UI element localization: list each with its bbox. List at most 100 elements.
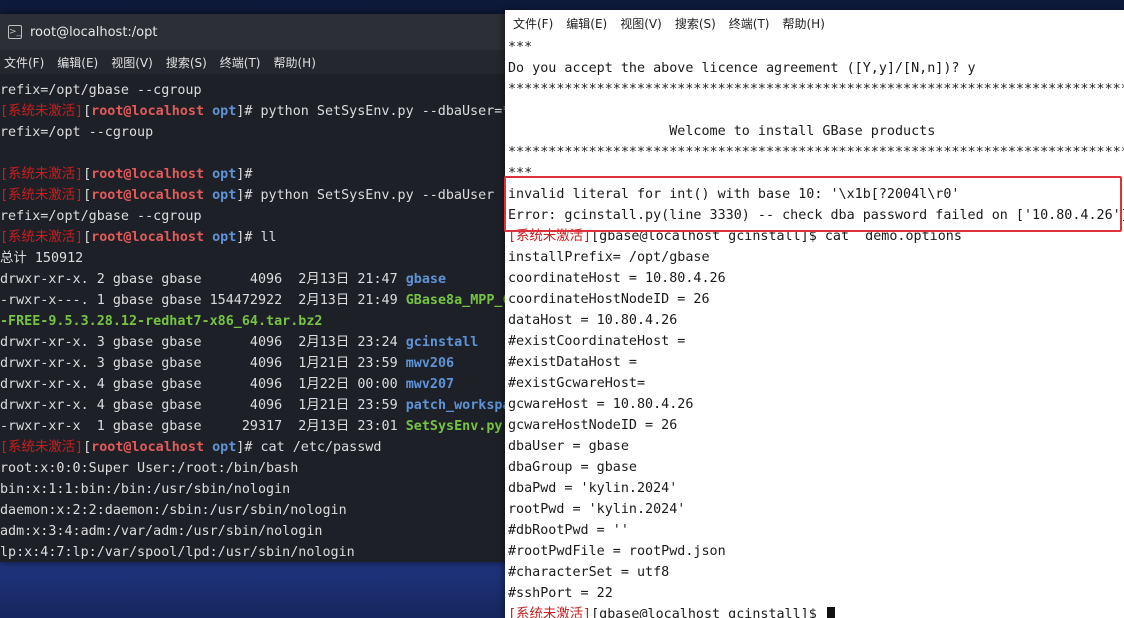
terminal-text: opt bbox=[212, 230, 237, 245]
terminal-line: ****************************************… bbox=[508, 142, 1124, 163]
terminal-text: gcinstall bbox=[405, 335, 479, 350]
terminal-line: drwxr-xr-x. 3 gbase gbase 4096 2月13日 23:… bbox=[0, 332, 520, 353]
terminal-line: gcwareHost = 10.80.4.26 bbox=[508, 394, 1124, 415]
activation-status-label: [系统未激活] bbox=[0, 104, 84, 119]
terminal-text: mwv206 bbox=[405, 356, 455, 371]
terminal-line: #rootPwdFile = rootPwd.json bbox=[508, 541, 1124, 562]
terminal-line: #existCoordinateHost = bbox=[508, 331, 1124, 352]
terminal-text: GBase8a_MPP_C bbox=[405, 293, 511, 308]
left-terminal-output[interactable]: refix=/opt/gbase --cgroup [系统未激活][root@lo… bbox=[0, 80, 520, 562]
terminal-text: gbase bbox=[405, 272, 447, 287]
left-titlebar[interactable]: >_ root@localhost:/opt bbox=[0, 14, 520, 50]
right-menubar: 文件(F) 编辑(E) 视图(V) 搜索(S) 终端(T) 帮助(H) bbox=[505, 10, 1124, 37]
terminal-line: [系统未激活][root@localhost opt]# ll bbox=[0, 227, 520, 248]
right-terminal-output[interactable]: *** Do you accept the above licence agree… bbox=[508, 37, 1124, 618]
terminal-line: -rwxr-x---. 1 gbase gbase 154472922 2月13… bbox=[0, 290, 520, 311]
terminal-app-icon: >_ bbox=[8, 25, 22, 39]
left-menubar: 文件(F) 编辑(E) 视图(V) 搜索(S) 终端(T) 帮助(H) bbox=[0, 50, 520, 74]
terminal-line: Do you accept the above licence agreemen… bbox=[508, 58, 1124, 79]
menu-terminal[interactable]: 终端(T) bbox=[220, 54, 261, 71]
activation-status-label: [系统未激活] bbox=[508, 607, 592, 618]
terminal-text: drwxr-xr-x. 4 gbase gbase 4096 1月21日 23:… bbox=[0, 398, 406, 413]
terminal-line: dbaUser = gbase bbox=[508, 436, 1124, 457]
terminal-text: dbaGroup = gbase bbox=[508, 460, 637, 475]
terminal-text: root@localhost bbox=[91, 230, 205, 245]
menu-edit[interactable]: 编辑(E) bbox=[566, 15, 607, 32]
terminal-line: [系统未激活][root@localhost opt]# bbox=[0, 164, 520, 185]
menu-search[interactable]: 搜索(S) bbox=[166, 54, 207, 71]
terminal-line: Error: gcinstall.py(line 3330) -- check … bbox=[508, 205, 1124, 226]
terminal-text: bin:x:1:1:bin:/bin:/usr/sbin/nologin bbox=[0, 482, 291, 497]
terminal-text: invalid literal for int() with base 10: … bbox=[508, 187, 960, 202]
terminal-line: #dbRootPwd = '' bbox=[508, 520, 1124, 541]
menu-terminal[interactable]: 终端(T) bbox=[729, 15, 770, 32]
terminal-text: #existGcwareHost= bbox=[508, 376, 646, 391]
terminal-text: dbaPwd = 'kylin.2024' bbox=[508, 481, 678, 496]
left-terminal-window[interactable]: >_ root@localhost:/opt 文件(F) 编辑(E) 视图(V)… bbox=[0, 14, 520, 562]
terminal-line: invalid literal for int() with base 10: … bbox=[508, 184, 1124, 205]
terminal-line: -FREE-9.5.3.28.12-redhat7-x86_64.tar.bz2 bbox=[0, 311, 520, 332]
terminal-line: coordinateHostNodeID = 26 bbox=[508, 289, 1124, 310]
activation-status-label: [系统未激活] bbox=[0, 188, 84, 203]
terminal-text: dbaUser = gbase bbox=[508, 439, 629, 454]
terminal-text: opt bbox=[212, 188, 237, 203]
terminal-text: Welcome to install GBase products bbox=[508, 124, 936, 139]
terminal-text: ]# ll bbox=[236, 230, 277, 245]
terminal-line: [系统未激活][root@localhost opt]# cat /etc/pa… bbox=[0, 437, 520, 458]
terminal-text: ****************************************… bbox=[508, 145, 1124, 160]
right-terminal-window[interactable]: 文件(F) 编辑(E) 视图(V) 搜索(S) 终端(T) 帮助(H) *** D… bbox=[505, 10, 1124, 618]
menu-search[interactable]: 搜索(S) bbox=[675, 15, 716, 32]
terminal-text: [ bbox=[83, 167, 92, 182]
menu-edit[interactable]: 编辑(E) bbox=[57, 54, 98, 71]
terminal-text: ]# cat /etc/passwd bbox=[236, 440, 382, 455]
terminal-text: refix=/opt --cgroup bbox=[0, 125, 154, 140]
terminal-text: [gbase@localhost gcinstall]$ bbox=[591, 607, 825, 618]
terminal-text: -FREE-9.5.3.28.12-redhat7-x86_64.tar.bz2 bbox=[0, 314, 323, 329]
terminal-text: ]# python SetSysEnv.py --dbaUser= bbox=[236, 104, 503, 119]
terminal-line: drwxr-xr-x. 4 gbase gbase 4096 1月21日 23:… bbox=[0, 395, 520, 416]
menu-file[interactable]: 文件(F) bbox=[4, 54, 44, 71]
terminal-text: drwxr-xr-x. 4 gbase gbase 4096 1月22日 00:… bbox=[0, 377, 406, 392]
terminal-line: dbaPwd = 'kylin.2024' bbox=[508, 478, 1124, 499]
terminal-line: rootPwd = 'kylin.2024' bbox=[508, 499, 1124, 520]
menu-file[interactable]: 文件(F) bbox=[513, 15, 553, 32]
terminal-text: root@localhost bbox=[91, 167, 205, 182]
terminal-text: adm:x:3:4:adm:/var/adm:/usr/sbin/nologin bbox=[0, 524, 323, 539]
terminal-text: coordinateHost = 10.80.4.26 bbox=[508, 271, 726, 286]
activation-status-label: [系统未激活] bbox=[0, 167, 84, 182]
terminal-text: mwv207 bbox=[405, 377, 455, 392]
terminal-line: *** bbox=[508, 163, 1124, 184]
terminal-text: 总计 150912 bbox=[0, 251, 84, 266]
terminal-line: 总计 150912 bbox=[0, 248, 520, 269]
menu-help[interactable]: 帮助(H) bbox=[783, 15, 825, 32]
terminal-line: drwxr-xr-x. 3 gbase gbase 4096 1月21日 23:… bbox=[0, 353, 520, 374]
terminal-text: -rwxr-xr-x 1 gbase gbase 29317 2月13日 23:… bbox=[0, 419, 406, 434]
terminal-line: adm:x:3:4:adm:/var/adm:/usr/sbin/nologin bbox=[0, 521, 520, 542]
terminal-text: lp:x:4:7:lp:/var/spool/lpd:/usr/sbin/nol… bbox=[0, 545, 355, 560]
menu-view[interactable]: 视图(V) bbox=[620, 15, 662, 32]
terminal-text: SetSysEnv.py bbox=[405, 419, 503, 434]
terminal-line: *** bbox=[508, 37, 1124, 58]
terminal-text: *** bbox=[508, 40, 533, 55]
terminal-text: installPrefix= /opt/gbase bbox=[508, 250, 710, 265]
terminal-line: coordinateHost = 10.80.4.26 bbox=[508, 268, 1124, 289]
terminal-line: installPrefix= /opt/gbase bbox=[508, 247, 1124, 268]
terminal-text: root@localhost bbox=[91, 188, 205, 203]
terminal-text: daemon:x:2:2:daemon:/sbin:/usr/sbin/nolo… bbox=[0, 503, 347, 518]
menu-help[interactable]: 帮助(H) bbox=[274, 54, 316, 71]
terminal-text: opt bbox=[212, 104, 237, 119]
terminal-line: refix=/opt --cgroup bbox=[0, 122, 520, 143]
window-title: root@localhost:/opt bbox=[30, 24, 158, 40]
terminal-text: ****************************************… bbox=[508, 82, 1124, 97]
terminal-line: #existDataHost = bbox=[508, 352, 1124, 373]
menu-view[interactable]: 视图(V) bbox=[111, 54, 153, 71]
terminal-line: refix=/opt/gbase --cgroup bbox=[0, 206, 520, 227]
activation-status-label: [系统未激活] bbox=[0, 230, 84, 245]
terminal-text: #existCoordinateHost = bbox=[508, 334, 686, 349]
terminal-text: opt bbox=[212, 167, 237, 182]
terminal-text: #rootPwdFile = rootPwd.json bbox=[508, 544, 726, 559]
terminal-text: [ bbox=[83, 230, 92, 245]
